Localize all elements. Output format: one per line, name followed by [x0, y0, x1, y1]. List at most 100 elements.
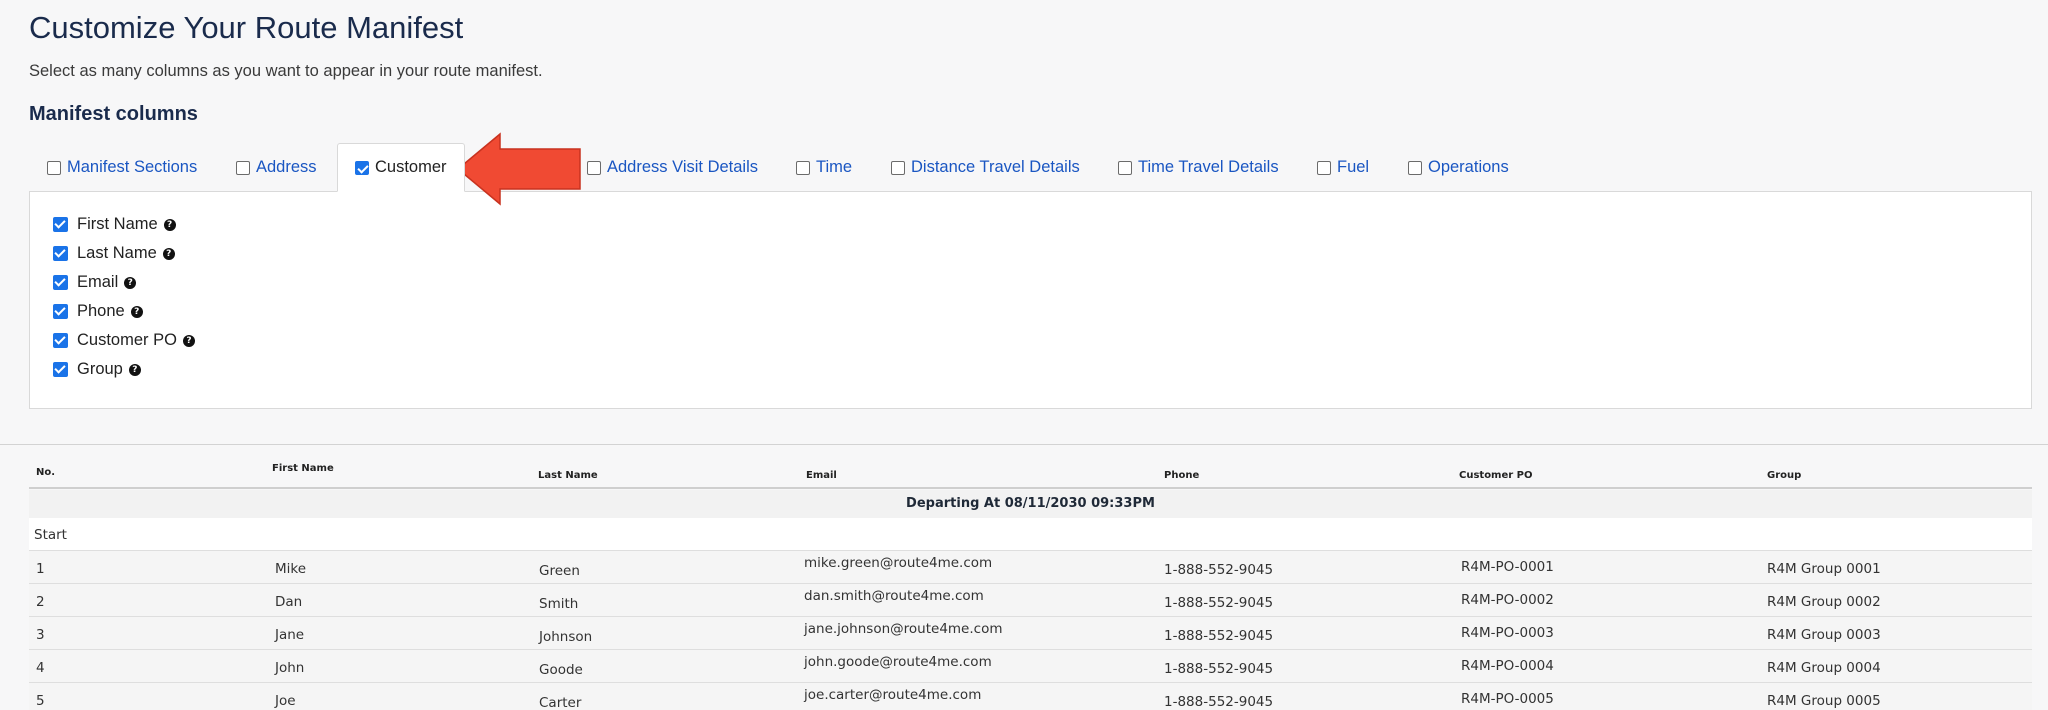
cell-group: R4M Group 0005 — [1767, 693, 1881, 709]
tab-operations[interactable]: Operations — [1408, 143, 1509, 192]
cell-last-name: Carter — [539, 695, 582, 710]
column-header: Phone — [1164, 470, 1200, 481]
header-divider — [29, 487, 2032, 489]
option-first-name[interactable]: First Name ? — [53, 215, 176, 234]
tab-checkbox[interactable] — [1408, 160, 1422, 175]
help-icon[interactable]: ? — [163, 218, 176, 231]
tab-checkbox[interactable] — [891, 160, 905, 175]
cell-no: 3 — [36, 627, 45, 643]
table-row: 2 Dan Smith dan.smith@route4me.com 1-888… — [29, 584, 2032, 617]
start-row: Start — [29, 518, 2032, 551]
option-group[interactable]: Group ? — [53, 360, 141, 379]
cell-no: 4 — [36, 660, 45, 676]
tab-fuel[interactable]: Fuel — [1317, 143, 1369, 192]
cell-no: 2 — [36, 594, 45, 610]
table-row: 4 John Goode john.goode@route4me.com 1-8… — [29, 650, 2032, 683]
option-label: Group — [77, 360, 123, 378]
cell-first-name: Dan — [275, 594, 303, 610]
cell-email: jane.johnson@route4me.com — [804, 621, 1003, 637]
tab-distance-travel-details[interactable]: Distance Travel Details — [891, 143, 1080, 192]
cell-customer-po: R4M-PO-0003 — [1461, 625, 1554, 641]
tab-label: Manifest Sections — [67, 158, 198, 176]
tab-manifest-sections[interactable]: Manifest Sections — [47, 143, 197, 192]
tab-checkbox[interactable] — [47, 160, 61, 175]
help-icon[interactable]: ? — [124, 276, 137, 289]
option-checkbox[interactable] — [53, 304, 68, 319]
tab-label: Address Visit Details — [607, 158, 759, 176]
column-header: Group — [1767, 470, 1802, 481]
cell-last-name: Johnson — [539, 629, 593, 645]
cell-email: john.goode@route4me.com — [804, 654, 992, 670]
tab-checkbox[interactable] — [796, 160, 810, 175]
cell-phone: 1-888-552-9045 — [1164, 595, 1274, 611]
cell-phone: 1-888-552-9045 — [1164, 661, 1274, 677]
tab-time-travel-details[interactable]: Time Travel Details — [1118, 143, 1279, 192]
column-header: First Name — [272, 463, 334, 474]
cell-email: mike.green@route4me.com — [804, 555, 993, 571]
column-header: No. — [36, 467, 56, 478]
tab-customer[interactable]: Customer — [337, 143, 465, 192]
column-header: Last Name — [538, 470, 598, 481]
cell-last-name: Goode — [539, 662, 583, 678]
tab-address[interactable]: Address — [236, 143, 317, 192]
help-icon[interactable]: ? — [162, 247, 175, 260]
option-checkbox[interactable] — [53, 333, 68, 348]
cell-group: R4M Group 0004 — [1767, 660, 1881, 676]
cell-no: 5 — [36, 693, 45, 709]
option-email[interactable]: Email ? — [53, 273, 137, 292]
option-label: Last Name — [77, 244, 157, 262]
tab-address-visit-details[interactable]: Address Visit Details — [587, 143, 758, 192]
table-row: 3 Jane Johnson jane.johnson@route4me.com… — [29, 617, 2032, 650]
cell-group: R4M Group 0001 — [1767, 561, 1881, 577]
option-label: Customer PO — [77, 331, 177, 349]
table-row: 5 Joe Carter joe.carter@route4me.com 1-8… — [29, 683, 2032, 710]
cell-phone: 1-888-552-9045 — [1164, 562, 1274, 578]
help-icon[interactable]: ? — [130, 305, 143, 318]
tab-label: Distance Travel Details — [911, 158, 1080, 176]
cell-first-name: Mike — [275, 561, 307, 577]
tab-checkbox[interactable] — [236, 160, 250, 175]
cell-last-name: Smith — [539, 596, 579, 612]
tab-label: Time — [816, 158, 853, 176]
option-last-name[interactable]: Last Name ? — [53, 244, 175, 263]
cell-customer-po: R4M-PO-0005 — [1461, 691, 1554, 707]
section-title: Manifest columns — [29, 103, 198, 125]
cell-first-name: Joe — [275, 693, 296, 709]
option-checkbox[interactable] — [53, 362, 68, 377]
section-divider — [0, 444, 2048, 445]
cell-phone: 1-888-552-9045 — [1164, 694, 1274, 710]
manifest-tabs: Manifest Sections Address Customer Addre… — [29, 143, 2032, 192]
cell-customer-po: R4M-PO-0002 — [1461, 592, 1554, 608]
option-checkbox[interactable] — [53, 246, 68, 261]
option-label: First Name — [77, 215, 158, 233]
tab-checkbox[interactable] — [1317, 160, 1331, 175]
help-icon[interactable]: ? — [182, 334, 195, 347]
cell-group: R4M Group 0002 — [1767, 594, 1881, 610]
cell-email: joe.carter@route4me.com — [804, 687, 982, 703]
option-checkbox[interactable] — [53, 217, 68, 232]
tab-label: Time Travel Details — [1138, 158, 1279, 176]
start-label: Start — [34, 527, 67, 543]
help-icon[interactable]: ? — [128, 363, 141, 376]
tab-checkbox[interactable] — [1118, 160, 1132, 175]
pointer-arrow-icon — [456, 132, 581, 206]
option-checkbox[interactable] — [53, 275, 68, 290]
cell-phone: 1-888-552-9045 — [1164, 628, 1274, 644]
cell-last-name: Green — [539, 563, 580, 579]
option-label: Phone — [77, 302, 125, 320]
column-header: Customer PO — [1459, 470, 1533, 481]
option-customer-po[interactable]: Customer PO ? — [53, 331, 195, 350]
option-label: Email — [77, 273, 119, 291]
page-subtitle: Select as many columns as you want to ap… — [29, 62, 543, 80]
departing-row: Departing At 08/11/2030 09:33PM — [29, 490, 2032, 518]
tab-label: Customer — [375, 158, 447, 176]
cell-no: 1 — [36, 561, 45, 577]
cell-customer-po: R4M-PO-0001 — [1461, 559, 1554, 575]
tab-checkbox[interactable] — [355, 160, 369, 175]
cell-first-name: John — [275, 660, 305, 676]
tab-checkbox[interactable] — [587, 160, 601, 175]
option-phone[interactable]: Phone ? — [53, 302, 143, 321]
tab-time[interactable]: Time — [796, 143, 852, 192]
table-row: 1 Mike Green mike.green@route4me.com 1-8… — [29, 551, 2032, 584]
cell-first-name: Jane — [275, 627, 305, 643]
